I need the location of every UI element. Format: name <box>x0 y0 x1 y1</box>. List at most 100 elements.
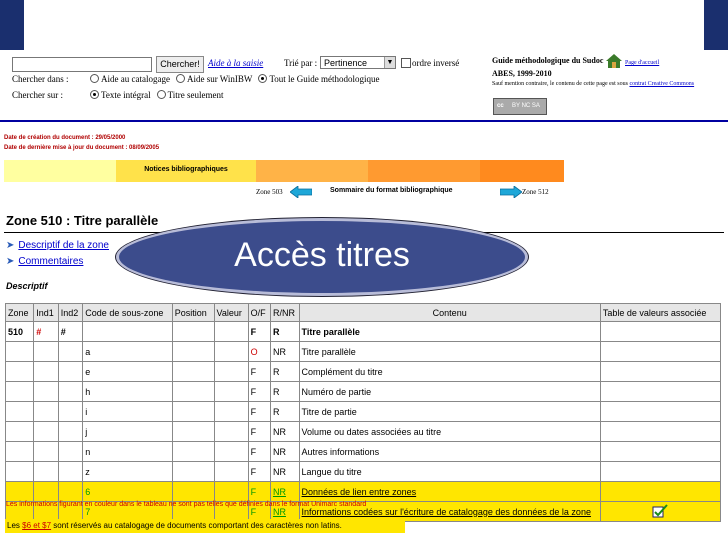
arrow-left-icon[interactable] <box>290 186 312 198</box>
sommaire-link[interactable]: Sommaire du format bibliographique <box>330 187 453 194</box>
reverse-order-label: ordre inversé <box>412 58 460 68</box>
slide-top-frame <box>0 0 728 50</box>
page-title: Zone 510 : Titre parallèle <box>6 213 159 228</box>
table-cell <box>171 401 215 422</box>
home-link[interactable]: Page d'accueil <box>625 60 659 66</box>
link-descriptif[interactable]: ➤ Descriptif de la zone <box>6 240 109 251</box>
table-cell: NR <box>269 461 300 482</box>
chevron-down-icon[interactable]: ▼ <box>384 57 395 68</box>
radio-label: Tout le Guide méthodologique <box>269 74 380 84</box>
table-cell <box>599 481 722 502</box>
search-input[interactable] <box>12 57 152 72</box>
table-cell: NR <box>269 421 300 442</box>
link-commentaires[interactable]: ➤ Commentaires <box>6 256 83 267</box>
frame-inner <box>24 0 704 50</box>
radio-titre-seulement[interactable] <box>156 90 166 99</box>
search-on-row: Chercher sur : Texte intégral Titre seulem… <box>12 90 224 100</box>
table-cell <box>4 401 35 422</box>
aide-saisie-link[interactable]: Aide à la saisie <box>208 58 263 68</box>
table-cell <box>33 461 59 482</box>
footnote: Les informations figurant en couleur dan… <box>6 501 367 508</box>
table-cell <box>171 421 215 442</box>
note-suffix: sont réservés au catalogage de documents… <box>53 521 342 530</box>
table-row: e F R Complément du titre <box>4 361 722 382</box>
table-cell: Titre parallèle <box>298 341 601 362</box>
table-cell: z <box>82 461 173 482</box>
table-cell <box>213 441 249 462</box>
table-cell[interactable]: Données de lien entre zones <box>298 481 601 502</box>
table-cell <box>599 421 722 442</box>
table-cell <box>599 461 722 482</box>
sort-select[interactable]: Pertinence ▼ <box>320 56 396 69</box>
table-cell <box>57 481 84 502</box>
band-segment-5 <box>480 160 564 182</box>
overlay-title: Accès titres <box>234 236 410 274</box>
table-cell: F <box>247 321 271 342</box>
table-cell: e <box>82 361 173 382</box>
table-cell <box>57 461 84 482</box>
creation-date: Date de création du document : 29/05/200… <box>4 135 126 141</box>
radio-aide-winibw[interactable] <box>175 74 185 83</box>
table-cell <box>171 321 215 342</box>
table-cell: F <box>247 421 271 442</box>
reverse-order-checkbox[interactable] <box>401 58 411 68</box>
prev-zone-link[interactable]: Zone 503 <box>256 188 283 196</box>
update-date: Date de dernière mise à jour du document… <box>4 145 160 151</box>
creative-commons-link[interactable]: contrat Creative Commons <box>629 81 694 87</box>
table-cell <box>213 421 249 442</box>
table-cell <box>57 381 84 402</box>
col-header: Contenu <box>298 303 601 322</box>
guide-note-text: Sauf mention contraire, le contenu de ce… <box>492 81 628 87</box>
table-cell <box>213 401 249 422</box>
table-cell <box>4 461 35 482</box>
table-cell: F <box>247 381 271 402</box>
col-header: Ind1 <box>33 303 59 322</box>
table-cell <box>33 421 59 442</box>
table-cell: NR <box>269 341 300 362</box>
triangle-right-icon: ➤ <box>6 256 15 267</box>
guide-abes: ABES, 1999-2010 <box>492 69 552 78</box>
home-icon[interactable] <box>606 54 622 68</box>
table-cell <box>171 461 215 482</box>
search-button[interactable]: Chercher! <box>156 56 204 73</box>
section-heading: Descriptif <box>6 281 48 291</box>
sort-label: Trié par : <box>284 58 318 68</box>
table-row: i F R Titre de partie <box>4 401 722 422</box>
table-cell: F <box>247 401 271 422</box>
table-cell: NR <box>269 481 300 502</box>
table-cell <box>599 501 722 522</box>
table-header-row: Zone Ind1 Ind2 Code de sous-zone Positio… <box>4 303 722 322</box>
sort-select-value: Pertinence <box>324 58 368 68</box>
table-row: 510 # # F R Titre parallèle <box>4 321 722 342</box>
creative-commons-badge[interactable]: cc BY NC SA <box>493 98 547 115</box>
next-zone-link[interactable]: Zone 512 <box>522 188 549 196</box>
radio-label: Aide au catalogage <box>101 74 170 84</box>
table-cell <box>599 401 722 422</box>
link-text[interactable]: Commentaires <box>18 256 83 267</box>
table-cell <box>213 381 249 402</box>
table-cell <box>213 321 249 342</box>
table-cell: F <box>247 441 271 462</box>
arrow-right-icon[interactable] <box>500 186 522 198</box>
table-cell: R <box>269 361 300 382</box>
link-text[interactable]: Descriptif de la zone <box>18 240 109 251</box>
note-subfield-link[interactable]: $6 et $7 <box>22 521 51 530</box>
table-cell: Langue du titre <box>298 461 601 482</box>
table-cell <box>33 361 59 382</box>
radio-tout-guide[interactable] <box>258 74 268 83</box>
radio-aide-catalogage[interactable] <box>90 74 99 83</box>
table-cell: # <box>57 321 84 342</box>
band-segment-4 <box>368 160 480 182</box>
band-label[interactable]: Notices bibliographiques <box>116 166 256 173</box>
table-cell: R <box>269 381 300 402</box>
edit-check-icon[interactable] <box>652 503 669 518</box>
cc-text: cc <box>497 103 504 109</box>
table-cell <box>213 361 249 382</box>
table-cell: Numéro de partie <box>298 381 601 402</box>
table-cell <box>33 381 59 402</box>
table-cell <box>599 381 722 402</box>
table-cell: R <box>269 321 300 342</box>
radio-texte-integral[interactable] <box>90 90 99 99</box>
table-cell <box>4 341 35 362</box>
table-cell: F <box>247 461 271 482</box>
